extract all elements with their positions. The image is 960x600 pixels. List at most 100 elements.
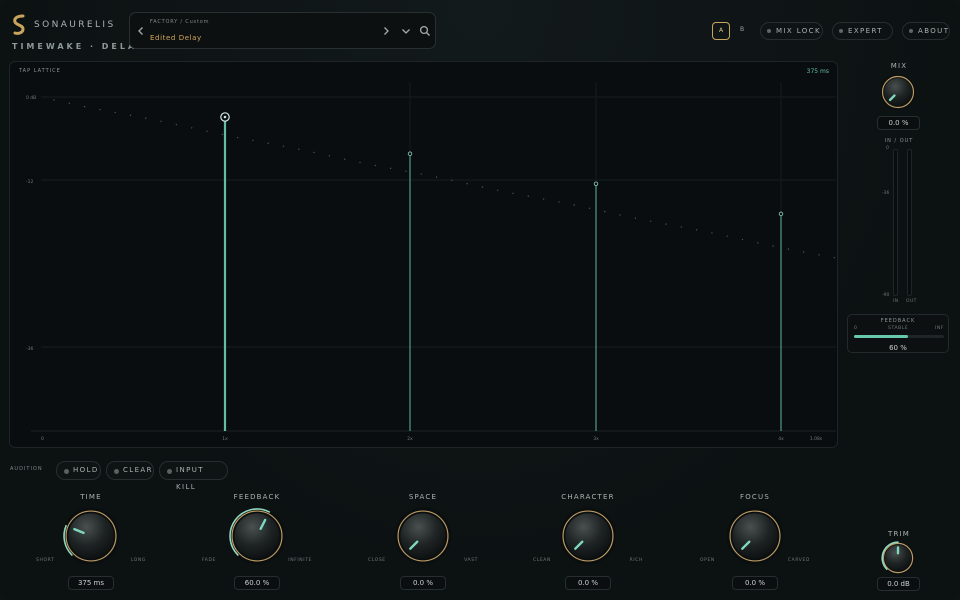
decay-dot (818, 254, 820, 256)
ab-b-button[interactable]: B (733, 22, 751, 40)
knob-space-value[interactable]: 0.0 % (400, 576, 446, 590)
knob-time-dial[interactable] (62, 507, 120, 565)
decay-dot (435, 176, 438, 178)
preset-name[interactable]: Edited Delay (150, 34, 202, 42)
knob-focus-min-label: OPEN (700, 558, 715, 563)
knob-space-cap (400, 513, 446, 559)
decay-dot (221, 133, 223, 136)
decay-dot (53, 99, 55, 101)
expert-button[interactable]: EXPERT (832, 22, 893, 40)
knob-focus-dial[interactable] (726, 507, 784, 565)
knob-time-max-label: LONG (130, 558, 146, 563)
decay-dot (466, 183, 468, 185)
decay-dot (772, 245, 774, 247)
input-meter-label: IN (893, 299, 899, 304)
knob-focus-value[interactable]: 0.0 % (732, 576, 778, 590)
knob-time-value[interactable]: 375 ms (68, 576, 114, 590)
plugin-window: SONAURELIS TIMEWAKE · DELAY FACTORY / Cu… (0, 0, 960, 600)
knob-character-value[interactable]: 0.0 % (565, 576, 611, 590)
clear-led-icon (114, 469, 119, 474)
decay-dot (328, 155, 331, 157)
tap-1[interactable] (220, 112, 230, 431)
tap-3-handle[interactable] (593, 181, 599, 187)
mix-lock-led-icon (767, 29, 771, 33)
about-button[interactable]: ABOUT (902, 22, 950, 40)
knob-feedback-title: FEEDBACK (233, 493, 281, 501)
decay-dot (114, 111, 116, 114)
feedback-panel-min: 0 (854, 326, 858, 331)
decay-dot (650, 220, 652, 222)
hold-button[interactable]: HOLD (56, 461, 101, 480)
decay-dot (726, 235, 728, 237)
input-kill-led-icon (167, 469, 172, 474)
preset-path: FACTORY / Custom (150, 19, 210, 25)
tap-3[interactable] (593, 181, 599, 431)
product-name: TIMEWAKE · DELAY (12, 42, 146, 51)
mix-value[interactable]: 0.0 % (877, 116, 920, 130)
knob-space-dial[interactable] (394, 507, 452, 565)
knob-space-title: SPACE (408, 493, 438, 501)
knob-feedback: FEEDBACK FADE INFINITE 60.0 % (202, 490, 312, 595)
trim-label: TRIM (887, 530, 911, 538)
knob-focus-title: FOCUS (740, 493, 770, 501)
decay-dot (787, 248, 790, 250)
knob-space: SPACE CLOSE VAST 0.0 % (368, 490, 478, 595)
knob-feedback-cap (234, 513, 280, 559)
preset-menu-button[interactable] (399, 24, 413, 38)
decay-dot (604, 210, 606, 213)
decay-dot (451, 179, 453, 182)
about-led-icon (909, 29, 913, 33)
decay-dot (695, 229, 698, 231)
lattice-y-label-0: 0 dB (26, 95, 36, 101)
mix-lock-button[interactable]: MIX LOCK (760, 22, 823, 40)
knob-time-cap (68, 513, 114, 559)
preset-prev-button[interactable] (134, 24, 148, 38)
decay-dot (420, 173, 422, 175)
tap-lattice-graph[interactable]: 0 dB -12 -36 0 1x 2x 3x 4x 1.08s (10, 62, 838, 448)
knob-feedback-value[interactable]: 60.0 % (234, 576, 280, 590)
knob-feedback-min-label: FADE (202, 558, 216, 563)
tap-4-handle[interactable] (778, 211, 784, 217)
search-icon (419, 25, 430, 36)
preset-search-button[interactable] (418, 24, 432, 38)
decay-dot (588, 207, 591, 209)
input-kill-button[interactable]: INPUT KILL (159, 461, 228, 491)
ab-a-button[interactable]: A (712, 22, 730, 40)
lattice-x-label-2: 2x (407, 436, 413, 442)
lattice-x-label-4: 4x (778, 436, 784, 442)
decay-dot (405, 170, 407, 172)
decay-dot (313, 151, 315, 154)
tap-2[interactable] (407, 151, 413, 431)
tap-1-handle-core (223, 115, 227, 119)
chevron-down-icon (402, 29, 410, 34)
tap-2-handle[interactable] (407, 151, 413, 156)
decay-dot (497, 189, 499, 191)
tap-lattice-display[interactable]: 0 dB -12 -36 0 1x 2x 3x 4x 1.08s TAP LATTICE 375… (9, 61, 838, 448)
decay-dot (99, 108, 101, 111)
decay-dot (344, 158, 346, 160)
trim-knob[interactable] (881, 541, 915, 575)
expert-led-icon (839, 29, 843, 33)
decay-dot (680, 226, 682, 228)
knob-character-dial[interactable] (559, 507, 617, 565)
decay-dot (481, 186, 484, 188)
io-tick-0: 0 (886, 146, 889, 151)
clear-button[interactable]: CLEAR (106, 461, 154, 480)
feedback-stability-panel: FEEDBACK 0 STABLE INF 60 % (847, 314, 949, 353)
decay-dot (160, 120, 162, 123)
trim-value[interactable]: 0.0 dB (877, 577, 920, 591)
brand-logo-icon (13, 14, 25, 35)
feedback-stability-bar (854, 335, 944, 338)
decay-dot (558, 201, 560, 203)
hold-led-icon (64, 469, 69, 474)
knob-space-max-label: VAST (464, 558, 478, 563)
decay-dot (298, 148, 300, 150)
tap-4[interactable] (778, 211, 784, 431)
feedback-stability-fill (854, 335, 908, 338)
decay-dot (711, 232, 713, 234)
mix-knob[interactable] (880, 74, 916, 110)
knob-character-title: CHARACTER (561, 493, 615, 501)
knob-feedback-dial[interactable] (228, 507, 286, 565)
feedback-panel-value: 60 % (889, 344, 907, 352)
preset-next-button[interactable] (379, 24, 393, 38)
